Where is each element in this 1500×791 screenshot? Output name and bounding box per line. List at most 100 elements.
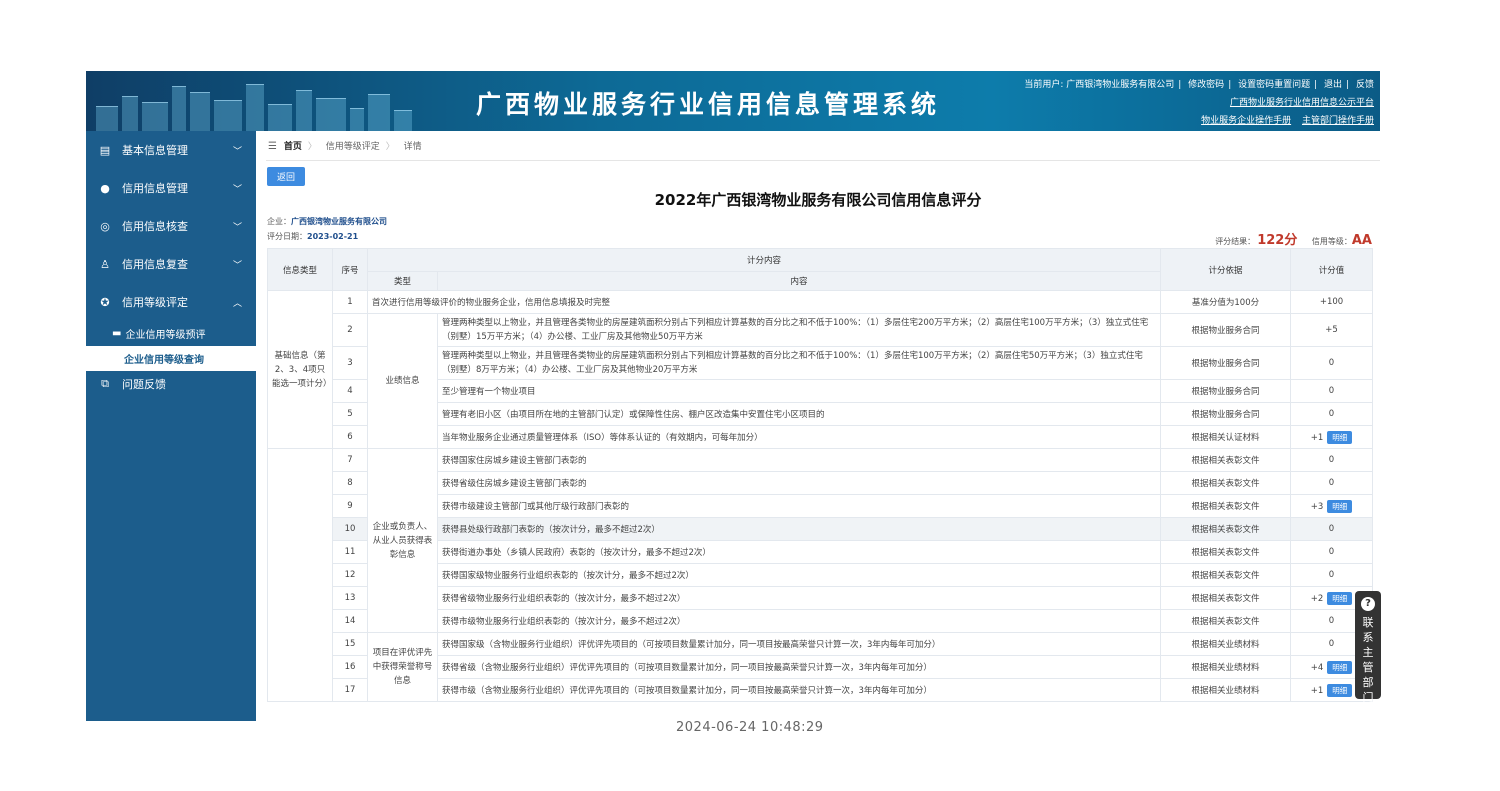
row-value: 0 [1328, 358, 1335, 368]
sidebar-item-credit-check[interactable]: ◎ 信用信息核查 ﹀ [86, 207, 256, 245]
row-basis: 根据相关业绩材料 [1160, 655, 1292, 679]
rating-date: 2023-02-21 [307, 232, 359, 241]
sidebar-subitem-label: 企业信用等级查询 [124, 355, 204, 366]
breadcrumb-level1[interactable]: 信用等级评定 [326, 142, 380, 152]
row-seq: 15 [332, 632, 368, 656]
detail-button[interactable]: 明细 [1327, 591, 1353, 605]
group-blank [267, 448, 333, 702]
row-basis: 根据物业服务合同 [1160, 402, 1292, 426]
row-content: 管理有老旧小区（由项目所在地的主管部门认定）或保障性住房、棚户区改造集中安置住宅… [436, 402, 1162, 426]
sidebar-item-label: 信用等级评定 [122, 296, 188, 309]
table-row: 7 企业或负责人、从业人员获得表彰信息 获得国家住房城乡建设主管部门表彰的 根据相关表… [267, 448, 1374, 702]
row-seq: 8 [332, 471, 368, 495]
row-value: 0 [1328, 455, 1335, 465]
main-content: ☰ 首页〉 信用等级评定〉 详情 返回 2022年广西银湾物业服务有限公司信用信… [256, 131, 1380, 721]
row-basis: 根据相关表彰文件 [1160, 609, 1292, 633]
breadcrumb: ☰ 首页〉 信用等级评定〉 详情 [268, 141, 422, 152]
header-value: 计分值 [1290, 248, 1374, 291]
row-value-cell: 0 [1290, 379, 1374, 403]
group-honor-project: 项目在评优评先中获得荣誉称号信息 [367, 632, 438, 702]
row-value-cell: 0 [1290, 471, 1374, 495]
menu-icon[interactable]: ☰ [268, 141, 277, 152]
row-basis: 根据物业服务合同 [1160, 346, 1292, 380]
row-seq: 7 [332, 448, 368, 472]
row-basis: 根据相关表彰文件 [1160, 517, 1292, 541]
sidebar-subitem-query[interactable]: 企业信用等级查询 [86, 346, 256, 371]
row-value-cell: 0 [1290, 540, 1374, 564]
row-value-cell: 0 [1290, 346, 1374, 380]
detail-button[interactable]: 明细 [1327, 660, 1353, 674]
row-content: 获得省级（含物业服务行业组织）评优评先项目的（可按项目数量累计加分，同一项目按最… [436, 655, 1162, 679]
row-basis: 根据物业服务合同 [1160, 379, 1292, 403]
level-label: 信用等级： [1311, 237, 1352, 246]
breadcrumb-home[interactable]: 首页 [284, 142, 302, 152]
public-platform-link[interactable]: 广西物业服务行业信用信息公示平台 [1230, 98, 1374, 108]
back-button[interactable]: 返回 [267, 167, 305, 186]
detail-button[interactable]: 明细 [1327, 430, 1353, 444]
sidebar-subitem-prerating[interactable]: ▬ 企业信用等级预评 [86, 321, 256, 346]
row-value: 0 [1328, 570, 1335, 580]
row-basis: 根据相关认证材料 [1160, 425, 1292, 449]
table-row: 2 业绩信息 管理两种类型以上物业，并且管理各类物业的房屋建筑面积分别占下列相应计算… [268, 313, 1374, 449]
row-seq: 9 [332, 494, 368, 518]
header-info-type: 信息类型 [267, 248, 333, 291]
result-value: 122分 [1257, 233, 1298, 248]
contact-label: 联系主管部门 [1362, 616, 1374, 704]
reset-question-link[interactable]: 设置密码重置问题 [1238, 80, 1310, 90]
header-basis: 计分依据 [1160, 248, 1292, 291]
detail-button[interactable]: 明细 [1327, 499, 1353, 513]
row-seq: 4 [332, 379, 368, 403]
feedback-link[interactable]: 反馈 [1356, 80, 1374, 90]
report-title: 2022年广西银湾物业服务有限公司信用信息评分 [654, 191, 982, 209]
row-content: 当年物业服务企业通过质量管理体系（ISO）等体系认证的（有效期内，可每年加分） [436, 425, 1162, 449]
sidebar-item-label: 信用信息管理 [122, 182, 188, 195]
row-value: 0 [1328, 524, 1335, 534]
change-password-link[interactable]: 修改密码 [1188, 80, 1224, 90]
detail-button[interactable]: 明细 [1327, 683, 1353, 697]
current-user-name: 广西银湾物业服务有限公司 [1066, 80, 1175, 90]
table-row: 基础信息（第2、3、4项只能选一项计分） 1 首次进行信用等级评价的物业服务企业，信… [267, 290, 1374, 449]
group-basic: 基础信息（第2、3、4项只能选一项计分） [267, 290, 333, 449]
row-value-cell: 0 [1290, 563, 1374, 587]
row-value: +1 [1310, 685, 1324, 696]
row-value: 0 [1328, 386, 1335, 396]
breadcrumb-level2: 详情 [403, 142, 422, 152]
row-seq: 10 [332, 517, 368, 541]
sidebar-item-credit-info[interactable]: ● 信用信息管理 ﹀ [86, 169, 256, 207]
date-line: 评分日期：2023-02-21 [267, 231, 358, 242]
sidebar-item-credit-review[interactable]: ♙ 信用信息复查 ﹀ [86, 245, 256, 283]
sidebar-item-label: 基本信息管理 [122, 144, 188, 157]
row-value-cell: +1 明细 [1290, 425, 1374, 449]
row-value: +2 [1310, 593, 1324, 604]
sidebar-item-feedback[interactable]: ⧉ 问题反馈 [86, 371, 256, 397]
row-seq: 5 [332, 402, 368, 426]
row-content: 获得省级住房城乡建设主管部门表彰的 [436, 471, 1162, 495]
header-score-content: 计分内容 [366, 248, 1162, 272]
company-label: 企业： [267, 217, 291, 226]
sidebar-item-basic-info[interactable]: ▤ 基本信息管理 ﹀ [86, 131, 256, 169]
logout-link[interactable]: 退出 [1324, 80, 1342, 90]
chevron-down-icon: ﹀ [232, 146, 242, 157]
department-manual-link[interactable]: 主管部门操作手册 [1302, 116, 1374, 126]
row-seq: 12 [332, 563, 368, 587]
help-icon: ? [1361, 597, 1375, 611]
row-seq: 1 [332, 290, 368, 314]
sidebar-item-credit-rating[interactable]: ✪ 信用等级评定 ︿ [86, 283, 256, 321]
row-basis: 基准分值为100分 [1160, 290, 1292, 314]
row-value: +4 [1310, 662, 1324, 673]
row-seq: 17 [332, 678, 368, 702]
row-value-cell: 0 [1290, 402, 1374, 426]
row-seq: 3 [332, 346, 368, 380]
row-basis: 根据物业服务合同 [1160, 313, 1292, 347]
header-type: 类型 [367, 271, 438, 291]
row-basis: 根据相关表彰文件 [1160, 563, 1292, 587]
contact-department-button[interactable]: ? 联系主管部门 [1355, 591, 1381, 704]
chevron-down-icon: ﹀ [232, 222, 242, 233]
row-content: 获得国家级（含物业服务行业组织）评优评先项目的（可按项目数量累计加分，同一项目按… [436, 632, 1162, 656]
sidebar: ▤ 基本信息管理 ﹀ ● 信用信息管理 ﹀ ◎ 信用信息核查 ﹀ ♙ 信用信息复… [86, 131, 256, 721]
row-value: +1 [1310, 432, 1324, 443]
enterprise-manual-link[interactable]: 物业服务企业操作手册 [1201, 116, 1291, 126]
header-banner: 广西物业服务行业信用信息管理系统 当前用户: 广西银湾物业服务有限公司 | 修改密… [86, 71, 1380, 131]
row-seq: 11 [332, 540, 368, 564]
row-seq: 6 [332, 425, 368, 449]
